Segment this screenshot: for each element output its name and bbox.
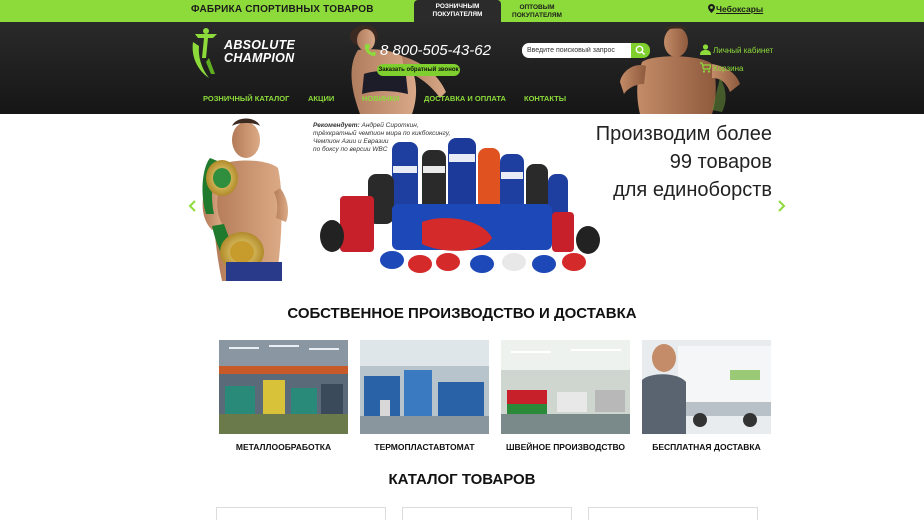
logo-icon[interactable] (189, 28, 223, 80)
nav-item-contacts[interactable]: КОНТАКТЫ (524, 94, 566, 103)
cart-label: Корзина (713, 64, 744, 73)
tab-retail-line2: ПОКУПАТЕЛЯМ (432, 11, 483, 18)
nav-item-sales[interactable]: АКЦИИ (308, 94, 334, 103)
tab-retail[interactable]: РОЗНИЧНЫМ ПОКУПАТЕЛЯМ (414, 0, 501, 23)
phone-number[interactable]: 8 800-505-43-62 (380, 42, 491, 59)
city-name: Чебоксары (716, 4, 764, 14)
recommend-name: Андрей Сироткин, (361, 122, 419, 129)
tab-retail-line1: РОЗНИЧНЫМ (435, 3, 480, 10)
main-nav: РОЗНИЧНЫЙ КАТАЛОГ АКЦИИ НОВИНКИ ДОСТАВКА… (0, 94, 924, 108)
catalog-card[interactable] (216, 507, 386, 520)
production-tile-delivery-image[interactable] (642, 340, 771, 434)
phone-icon (364, 44, 376, 56)
promo-line1: Производим более (595, 123, 772, 145)
production-label-metalwork[interactable]: МЕТАЛЛООБРАБОТКА (219, 442, 348, 452)
account-label: Личный кабинет (713, 46, 774, 55)
logo-line2: CHAMPION (224, 51, 295, 65)
header: ABSOLUTE CHAMPION 8 800-505-43-62 Заказа… (0, 22, 924, 114)
recommend-line2: трёхкратный чемпион мира по кикбоксингу, (313, 130, 451, 137)
production-tile-sewing-image[interactable] (501, 340, 630, 434)
recommend-line4: по боксу по версии WBC (313, 146, 388, 153)
banner-prev-icon[interactable] (188, 200, 196, 212)
tab-wholesale-line1: ОПТОВЫМ (519, 4, 555, 11)
nav-item-retail-catalog[interactable]: РОЗНИЧНЫЙ КАТАЛОГ (203, 94, 289, 103)
cart-icon (700, 62, 711, 73)
promo-line3: для единоборств (613, 179, 772, 201)
page: ФАБРИКА СПОРТИВНЫХ ТОВАРОВ РОЗНИЧНЫМ ПОК… (0, 0, 924, 520)
banner-promo-text: Производим более 99 товаров для единобор… (540, 120, 772, 204)
production-heading: СОБСТВЕННОЕ ПРОИЗВОДСТВО И ДОСТАВКА (287, 305, 637, 322)
production-tile-metalwork-image[interactable] (219, 340, 348, 434)
recommend-line3: Чемпион Азии и Евразии (313, 138, 389, 145)
top-bar: ФАБРИКА СПОРТИВНЫХ ТОВАРОВ РОЗНИЧНЫМ ПОК… (0, 0, 924, 23)
city-selector[interactable]: Чебоксары (708, 4, 763, 14)
location-pin-icon (708, 4, 715, 13)
logo-text[interactable]: ABSOLUTE CHAMPION (224, 39, 295, 65)
production-label-sewing[interactable]: ШВЕЙНОЕ ПРОИЗВОДСТВО (501, 442, 630, 452)
catalog-heading: КАТАЛОГ ТОВАРОВ (388, 471, 536, 488)
tab-wholesale[interactable]: ОПТОВЫМ ПОКУПАТЕЛЯМ (507, 0, 567, 22)
catalog-card[interactable] (588, 507, 758, 520)
cart-link[interactable]: Корзина (700, 62, 743, 73)
catalog-card[interactable] (402, 507, 572, 520)
nav-item-new[interactable]: НОВИНКИ (362, 94, 399, 103)
account-link[interactable]: Личный кабинет (700, 44, 773, 55)
user-icon (700, 44, 711, 55)
production-label-injection[interactable]: ТЕРМОПЛАСТАВТОМАТ (360, 442, 489, 452)
banner-next-icon[interactable] (778, 200, 786, 212)
production-tile-injection-image[interactable] (360, 340, 489, 434)
banner-recommendation: Рекомендует: Андрей Сироткин, трёхкратны… (313, 122, 483, 154)
nav-item-delivery-payment[interactable]: ДОСТАВКА И ОПЛАТА (424, 94, 506, 103)
recommend-label: Рекомендует: (313, 122, 360, 129)
promo-line2: 99 товаров (669, 151, 772, 173)
tab-wholesale-line2: ПОКУПАТЕЛЯМ (512, 12, 562, 19)
callback-button[interactable]: Заказать обратный звонок (377, 64, 460, 76)
production-label-delivery[interactable]: БЕСПЛАТНАЯ ДОСТАВКА (642, 442, 771, 452)
factory-title: ФАБРИКА СПОРТИВНЫХ ТОВАРОВ (191, 4, 374, 15)
